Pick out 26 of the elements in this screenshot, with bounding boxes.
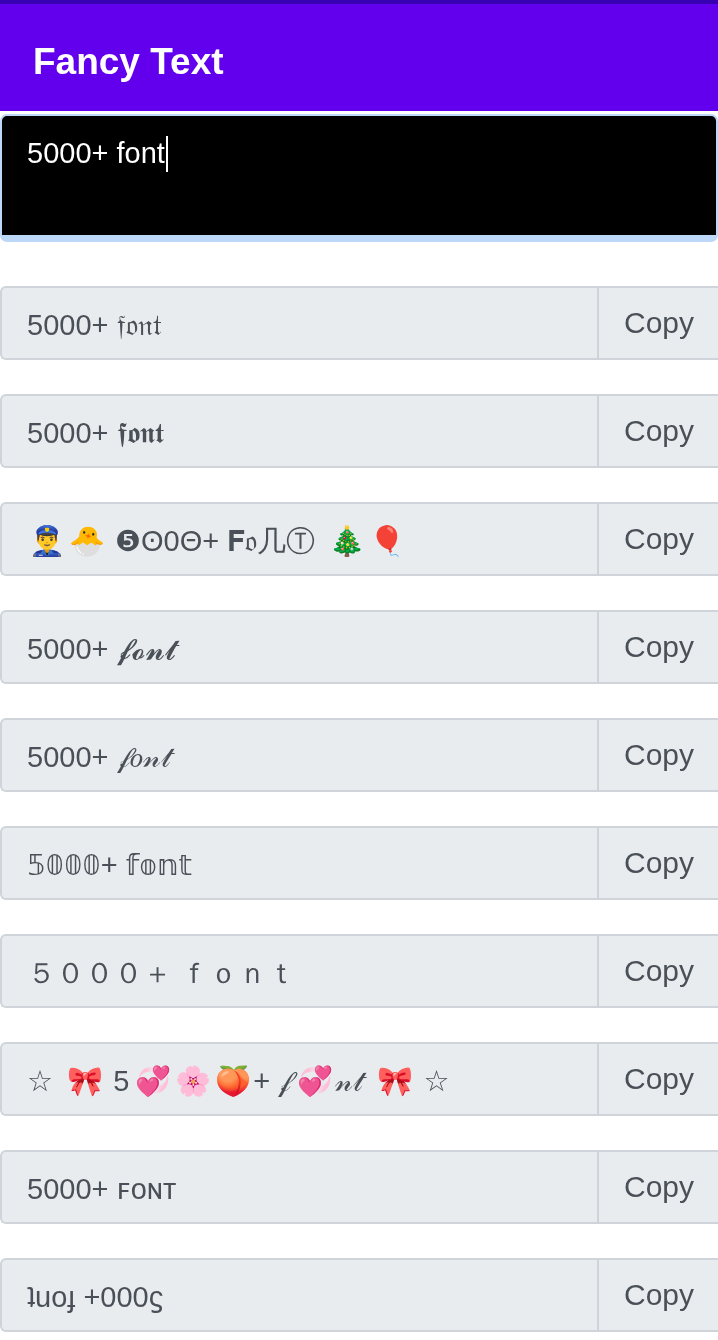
fancy-text: ʇuoɟ +000ϛ [27, 1279, 165, 1315]
emoji-icon: 🎀 [65, 1062, 106, 1101]
emoji-icon: 🎈 [367, 522, 408, 561]
emoji-icon: 🐣 [67, 522, 107, 561]
fancy-text: 5000+ 𝒻𝑜𝓃𝓉 [27, 735, 175, 780]
emoji-icon: 💞 [133, 1062, 174, 1101]
fancy-text: 5 [113, 1063, 131, 1099]
emoji-icon: 🎀 [375, 1062, 416, 1101]
emoji-icon: 🍑 [213, 1062, 254, 1101]
fancy-text: 5000+ 𝓯𝓸𝓷𝓽 [27, 627, 180, 672]
fancy-text: 𝟝𝟘𝟘𝟘+ 𝕗𝕠𝕟𝕥 [27, 847, 193, 883]
fancy-text: + 𝒻 [253, 1059, 296, 1104]
emoji-icon: 🎄 [327, 522, 368, 561]
app-title: Fancy Text [33, 40, 224, 80]
emoji-icon: 👮‍♂ [27, 522, 67, 561]
fancy-text: ❺ʘ0Θ+ 𝐅𝔬几Ⓣ [115, 523, 317, 559]
text-cursor [165, 136, 168, 172]
fancy-text: 5000+ 𝖋𝖔𝖓𝖙 [27, 415, 165, 451]
fancy-text: 𝓃𝓉 [335, 1059, 368, 1104]
fancy-text: 5000+ 𝔣𝔬𝔫𝔱 [27, 307, 163, 343]
text-input-field[interactable]: 5000+ font [0, 114, 718, 242]
emoji-icon: 🌸 [173, 1062, 214, 1101]
fancy-text: ５０００＋ ｆｏｎｔ [27, 955, 298, 991]
fancy-text: ☆ [27, 1063, 54, 1099]
fancy-text: ☆ [423, 1063, 451, 1099]
fancy-text: 5000+ ꜰᴏɴᴛ [27, 1171, 178, 1207]
